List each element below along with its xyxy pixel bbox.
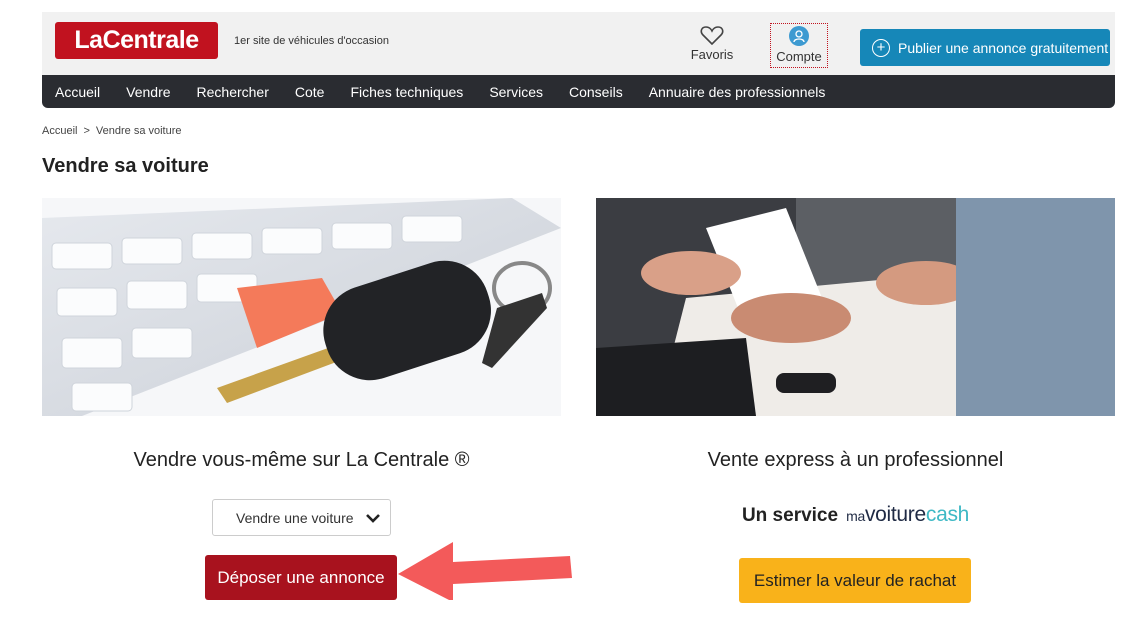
service-line: Un service mavoiturecash bbox=[596, 503, 1115, 527]
breadcrumb: Accueil > Vendre sa voiture bbox=[42, 125, 182, 137]
mavoiturecash-logo: mavoiturecash bbox=[846, 503, 970, 526]
sell-yourself-heading: Vendre vous-même sur La Centrale ® bbox=[133, 449, 470, 471]
tagline: 1er site de véhicules d'occasion bbox=[234, 35, 389, 47]
express-sale-heading: Vente express à un professionnel bbox=[707, 449, 1004, 471]
vehicle-type-select[interactable]: Vendre une voiture bbox=[212, 499, 391, 536]
car-keys-image bbox=[42, 198, 561, 416]
site-header: LaCentrale 1er site de véhicules d'occas… bbox=[42, 12, 1115, 75]
nav-item-vendre[interactable]: Vendre bbox=[126, 84, 170, 100]
nav-item-accueil[interactable]: Accueil bbox=[55, 84, 100, 100]
nav-item-annuaire[interactable]: Annuaire des professionnels bbox=[649, 84, 826, 100]
nav-item-rechercher[interactable]: Rechercher bbox=[197, 84, 269, 100]
nav-item-cote[interactable]: Cote bbox=[295, 84, 325, 100]
vehicle-type-value: Vendre une voiture bbox=[236, 509, 354, 526]
page-title: Vendre sa voiture bbox=[42, 155, 209, 177]
breadcrumb-home[interactable]: Accueil bbox=[42, 125, 77, 137]
account-label: Compte bbox=[776, 49, 822, 64]
breadcrumb-separator: > bbox=[83, 125, 90, 137]
nav-item-conseils[interactable]: Conseils bbox=[569, 84, 623, 100]
plus-circle-icon: + bbox=[872, 38, 890, 57]
lacentrale-logo[interactable]: LaCentrale bbox=[55, 22, 218, 59]
user-icon bbox=[789, 26, 809, 46]
nav-item-services[interactable]: Services bbox=[489, 84, 543, 100]
service-label: Un service bbox=[741, 505, 839, 526]
arrow-left-icon bbox=[398, 542, 572, 600]
post-ad-button[interactable]: Déposer une annonce bbox=[205, 555, 397, 600]
estimate-buyback-button[interactable]: Estimer la valeur de rachat bbox=[739, 558, 971, 603]
chevron-down-icon bbox=[366, 514, 380, 523]
nav-item-fiches-techniques[interactable]: Fiches techniques bbox=[350, 84, 463, 100]
favorites-button[interactable]: Favoris bbox=[687, 25, 737, 62]
publish-ad-button[interactable]: + Publier une annonce gratuitement bbox=[860, 29, 1110, 66]
main-nav: Accueil Vendre Rechercher Cote Fiches te… bbox=[42, 75, 1115, 108]
handshake-contract-image bbox=[596, 198, 1115, 416]
favorites-label: Favoris bbox=[690, 47, 734, 62]
account-button[interactable]: Compte bbox=[770, 23, 828, 68]
breadcrumb-current: Vendre sa voiture bbox=[95, 125, 182, 137]
heart-icon bbox=[700, 26, 724, 45]
publish-ad-label: Publier une annonce gratuitement bbox=[898, 39, 1109, 56]
